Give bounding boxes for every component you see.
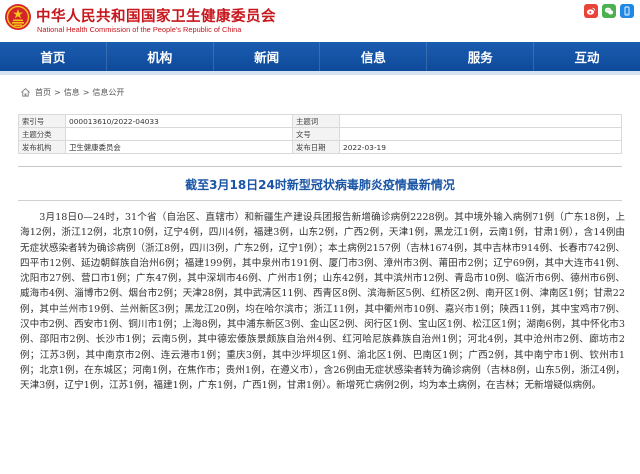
breadcrumb: 首页 > 信息 > 信息公开 xyxy=(20,87,127,98)
util-icons xyxy=(584,4,634,18)
nav-item-interaction[interactable]: 互动 xyxy=(534,42,640,71)
date-label: 发布日期 xyxy=(292,140,340,154)
nav-divider xyxy=(0,71,640,75)
breadcrumb-information[interactable]: 信息 xyxy=(64,87,80,98)
site-header: 中华人民共和国国家卫生健康委员会 National Health Commiss… xyxy=(0,0,640,42)
nav-item-organization[interactable]: 机构 xyxy=(107,42,214,71)
nav-item-information[interactable]: 信息 xyxy=(320,42,428,71)
index-label: 索引号 xyxy=(18,114,66,128)
org-label: 发布机构 xyxy=(18,140,66,154)
index-value: 000013610/2022-04033 xyxy=(65,114,293,128)
org-value: 卫生健康委员会 xyxy=(65,140,293,154)
subject-label: 主题分类 xyxy=(18,127,66,141)
article-title: 截至3月18日24时新型冠状病毒肺炎疫情最新情况 xyxy=(185,178,455,192)
breadcrumb-separator: > xyxy=(54,88,61,97)
topic-label: 主题词 xyxy=(292,114,340,128)
main-nav: 首页 机构 新闻 信息 服务 互动 xyxy=(0,42,640,71)
national-emblem-icon xyxy=(5,4,31,30)
site-title[interactable]: 中华人民共和国国家卫生健康委员会 xyxy=(36,5,276,26)
nav-item-home[interactable]: 首页 xyxy=(0,42,107,71)
breadcrumb-disclosure[interactable]: 信息公开 xyxy=(92,87,124,98)
docno-label: 文号 xyxy=(292,127,340,141)
title-divider xyxy=(18,200,622,201)
home-icon xyxy=(21,87,30,97)
breadcrumb-separator: > xyxy=(82,88,90,97)
topic-value xyxy=(339,114,622,128)
weibo-icon[interactable] xyxy=(584,4,598,18)
mobile-icon[interactable] xyxy=(620,4,634,18)
document-meta-table: 索引号 000013610/2022-04033 主题词 主题分类 文号 发布机… xyxy=(18,114,622,154)
nav-item-services[interactable]: 服务 xyxy=(427,42,535,71)
subject-value xyxy=(65,127,293,141)
breadcrumb-home[interactable]: 首页 xyxy=(35,87,51,98)
site-subtitle: National Health Commission of the People… xyxy=(37,25,242,34)
wechat-icon[interactable] xyxy=(602,4,616,18)
meta-divider xyxy=(18,166,622,167)
article-body: 3月18日0—24时，31个省（自治区、直辖市）和新疆生产建设兵团报告新增确诊病… xyxy=(20,212,625,392)
date-value: 2022-03-19 xyxy=(339,140,622,154)
docno-value xyxy=(339,127,622,141)
nav-item-news[interactable]: 新闻 xyxy=(214,42,321,71)
